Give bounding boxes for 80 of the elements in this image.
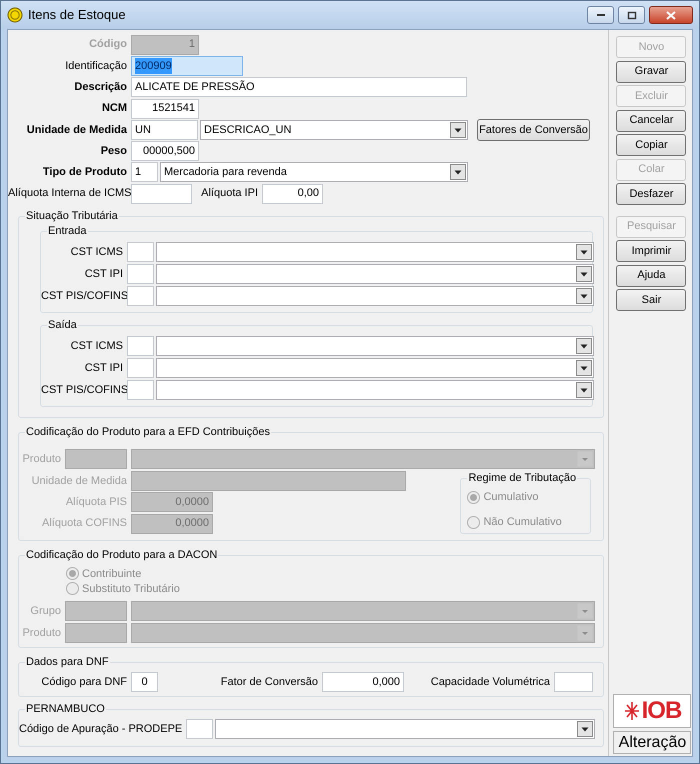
toolbar-button[interactable]: Imprimir: [616, 240, 686, 262]
input-field[interactable]: [65, 601, 127, 622]
group-title: Dados para DNF: [25, 655, 110, 670]
field-label: CST ICMS: [70, 245, 124, 260]
field-label: Capacidade Volumétrica: [430, 674, 551, 690]
group-title: Codificação do Produto para a DACON: [25, 548, 218, 562]
input-field[interactable]: 200909: [131, 56, 243, 76]
dropdown[interactable]: [131, 448, 596, 469]
field-label: Alíquota PIS: [64, 495, 128, 510]
field-label: CST IPI: [84, 267, 124, 282]
field-label: Alíquota IPI: [200, 186, 259, 202]
input-field[interactable]: 0: [131, 672, 158, 692]
input-field[interactable]: [65, 623, 127, 644]
input-field[interactable]: 00000,500: [131, 141, 199, 162]
input-field[interactable]: [127, 286, 154, 306]
toolbar-button[interactable]: Gravar: [616, 60, 686, 82]
input-field[interactable]: [127, 242, 154, 262]
window-title: Itens de Estoque: [28, 6, 126, 24]
field-label: Produto: [21, 626, 62, 642]
field-label: Grupo: [29, 604, 62, 620]
field-label: Alíquota COFINS: [41, 516, 128, 532]
field-label: Tipo de Produto: [42, 165, 128, 180]
input-field[interactable]: [131, 471, 406, 492]
dropdown[interactable]: Mercadoria para revenda: [160, 162, 468, 182]
field-label: CST PIS/COFINS: [41, 289, 127, 304]
group-title: Situação Tributária: [25, 209, 119, 224]
input-field[interactable]: 1521541: [131, 98, 199, 119]
status-label: Alteração: [613, 731, 692, 754]
maximize-icon: [626, 10, 638, 20]
app-icon: [7, 7, 23, 23]
toolbar-button[interactable]: Cancelar: [616, 110, 686, 132]
field-label: Descrição: [73, 80, 128, 95]
field-label: Código: [88, 37, 128, 52]
radio-label: Contribuinte: [82, 566, 142, 582]
field-label: Código de Apuração - PRODEPE: [19, 722, 184, 738]
minimize-button[interactable]: [587, 6, 614, 24]
input-field[interactable]: [554, 672, 593, 692]
toolbar-button[interactable]: Ajuda: [616, 264, 686, 286]
input-field[interactable]: UN: [131, 120, 198, 140]
field-label: Código para DNF: [40, 674, 128, 690]
radio-label: Substituto Tributário: [82, 582, 180, 597]
group-title: Codificação do Produto para a EFD Contribuições: [25, 425, 271, 440]
field-label: Identificação: [64, 58, 128, 74]
input-field[interactable]: [127, 358, 154, 378]
toolbar-button[interactable]: Copiar: [616, 134, 686, 156]
input-field[interactable]: 0,00: [262, 184, 323, 204]
minimize-icon: [596, 14, 604, 16]
dropdown[interactable]: DESCRICAO_UN: [200, 120, 468, 140]
field-label: CST IPI: [84, 361, 124, 376]
field-label: CST PIS/COFINS: [41, 383, 127, 398]
toolbar-button[interactable]: Desfazer: [616, 183, 686, 205]
field-label: Unidade de Medida: [26, 122, 128, 138]
input-field[interactable]: 0,000: [322, 672, 404, 692]
input-field[interactable]: 1: [131, 162, 158, 182]
input-field[interactable]: ALICATE DE PRESSÃO: [131, 77, 467, 98]
dropdown[interactable]: [131, 623, 596, 644]
group-title: Regime de Tributação: [467, 471, 578, 486]
field-label: Peso: [100, 144, 128, 159]
toolbar-button[interactable]: Sair: [616, 289, 686, 311]
input-field[interactable]: [65, 448, 127, 469]
conversion-factors-button[interactable]: Fatores de Conversão: [477, 118, 590, 141]
radio-label: Cumulativo: [483, 490, 538, 506]
maximize-button[interactable]: [618, 6, 645, 24]
radio-label: Não Cumulativo: [483, 514, 562, 530]
star-icon: [624, 701, 640, 721]
field-label: Alíquota Interna de ICMS: [8, 186, 131, 202]
field-label: NCM: [100, 101, 128, 116]
close-icon: [665, 10, 677, 20]
close-button[interactable]: [649, 6, 693, 24]
dropdown[interactable]: [131, 601, 596, 622]
field-label: Fator de Conversão: [220, 674, 319, 690]
input-field[interactable]: [186, 719, 213, 740]
input-field[interactable]: [127, 264, 154, 284]
field-label: Unidade de Medida: [30, 474, 128, 489]
field-label: Produto: [21, 452, 62, 467]
logo-text: IOB: [642, 699, 682, 723]
input-field[interactable]: [127, 380, 154, 400]
field-label: CST ICMS: [70, 339, 124, 354]
input-field[interactable]: [131, 184, 192, 204]
input-field[interactable]: [127, 336, 154, 356]
